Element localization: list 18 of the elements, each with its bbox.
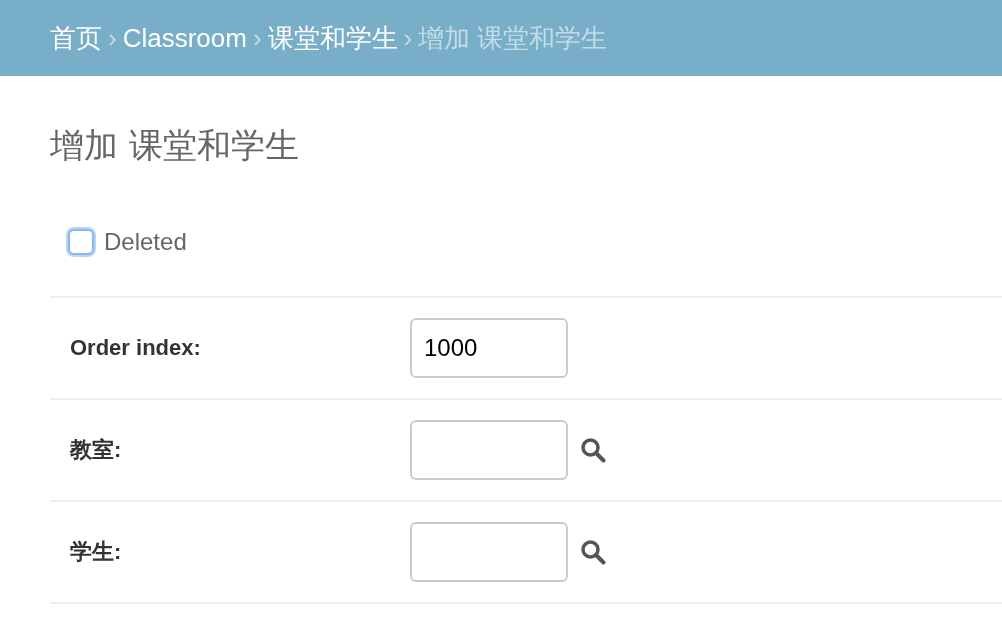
breadcrumb-separator: › xyxy=(403,22,413,54)
breadcrumb-link[interactable]: 首页 xyxy=(50,20,102,56)
search-icon[interactable] xyxy=(580,539,606,565)
breadcrumb-link[interactable]: 课堂和学生 xyxy=(267,20,398,56)
input-field[interactable]: 1000 xyxy=(410,318,568,378)
input-field[interactable] xyxy=(410,522,568,582)
input-field[interactable] xyxy=(410,420,568,480)
field-label: Order index: xyxy=(70,335,202,361)
search-icon[interactable] xyxy=(580,437,606,463)
breadcrumb-separator: › xyxy=(108,22,117,54)
deleted-checkbox[interactable] xyxy=(68,229,94,255)
page-title: 增加 课堂和学生 xyxy=(50,124,300,167)
checkbox-label: Deleted xyxy=(104,228,187,256)
current-breadcrumb: 增加 课堂和学生 xyxy=(418,21,608,55)
breadcrumb-separator: › xyxy=(252,22,262,54)
field-label: 学生: xyxy=(70,538,123,566)
field-label: 教室: xyxy=(70,436,123,464)
breadcrumb-link[interactable]: Classroom xyxy=(122,22,247,54)
